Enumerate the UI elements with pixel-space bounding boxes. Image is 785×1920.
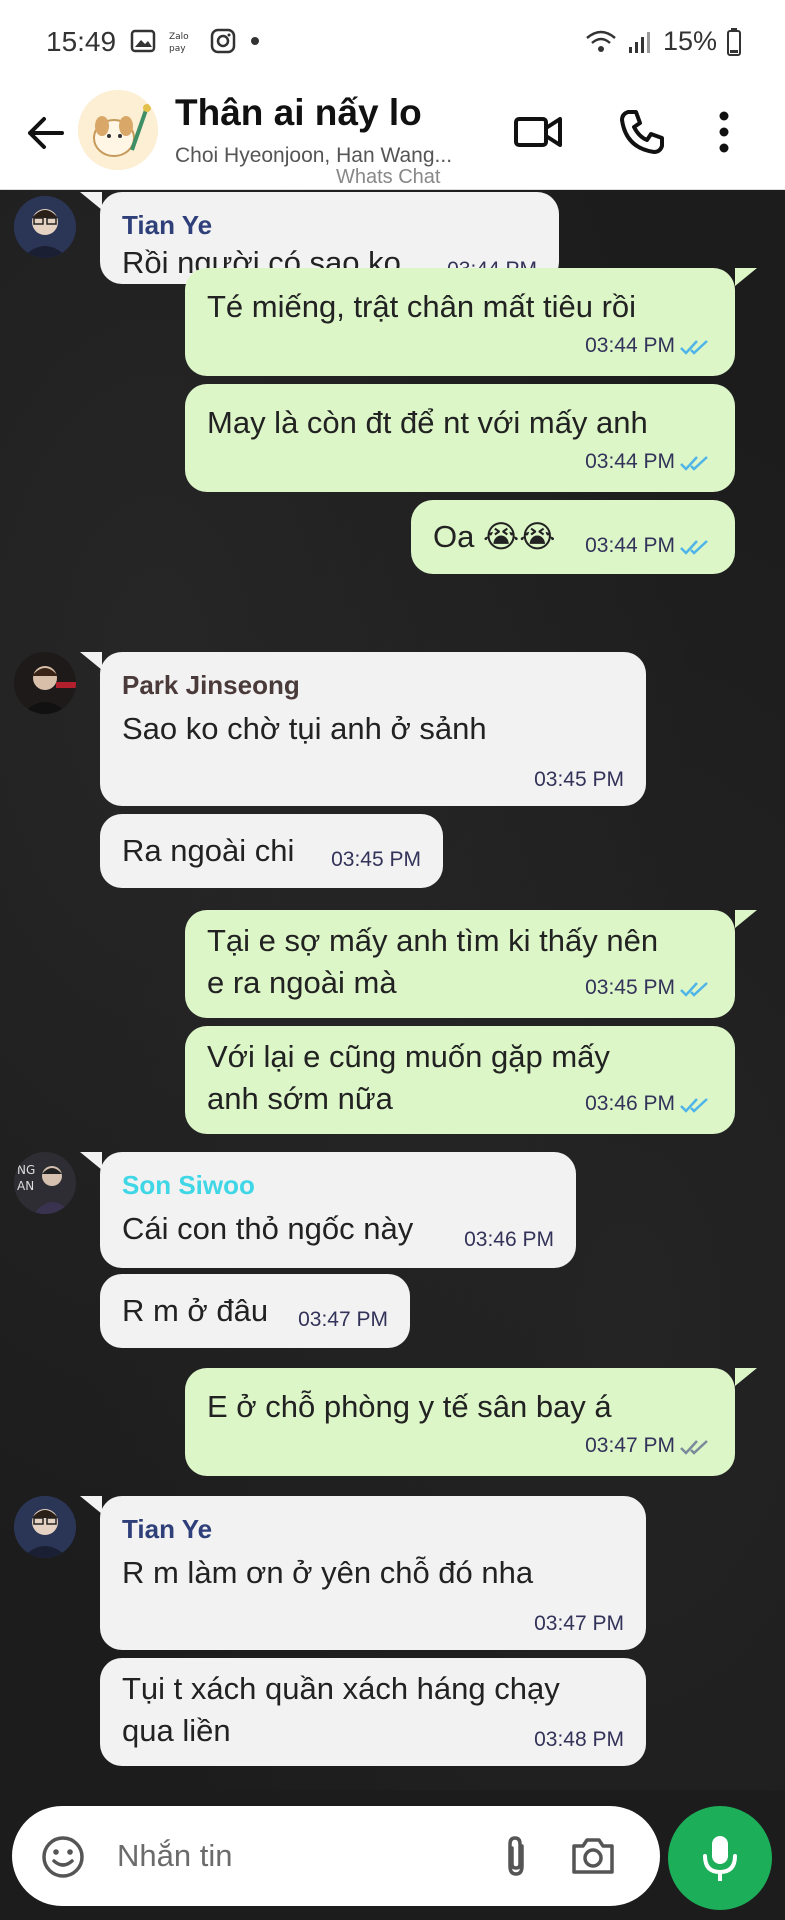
message-bubble[interactable]: E ở chỗ phòng y tế sân bay á 03:47 PM (185, 1368, 735, 1476)
message-time: 03:45 PM (331, 848, 421, 871)
sender-name: Tian Ye (122, 210, 213, 240)
message-time: 03:46 PM (585, 1092, 675, 1115)
attach-icon[interactable] (492, 1832, 540, 1880)
svg-text:Zalo: Zalo (169, 32, 189, 42)
composer (12, 1806, 660, 1906)
message-time: 03:47 PM (585, 1434, 675, 1457)
message-text: Sao ko chờ tụi anh ở sảnh (122, 711, 487, 746)
message-time: 03:44 PM (585, 534, 675, 557)
message-bubble[interactable]: Tại e sợ mấy anh tìm ki thấy nên e ra ng… (185, 910, 735, 1018)
signal-icon (628, 31, 650, 53)
message-time: 03:44 PM (585, 450, 675, 473)
message-bubble[interactable]: May là còn đt để nt với mấy anh 03:44 PM (185, 384, 735, 492)
message-text: R m ở đâu (122, 1293, 269, 1328)
message-bubble[interactable]: Tụi t xách quần xách háng chạy qua liền … (100, 1658, 646, 1766)
message-input[interactable] (117, 1834, 477, 1878)
read-ticks-icon (680, 982, 708, 997)
status-bar: 15:49 Zalo pay 15% (0, 0, 785, 84)
message-text: Té miếng, trật chân mất tiêu rồi (207, 289, 637, 324)
mic-icon (703, 1836, 737, 1881)
mic-button[interactable] (668, 1806, 772, 1910)
message-bubble[interactable]: Té miếng, trật chân mất tiêu rồi 03:44 P… (185, 268, 735, 376)
more-vert-icon[interactable] (696, 104, 752, 160)
sender-name: Son Siwoo (122, 1170, 255, 1200)
phone-icon[interactable] (614, 104, 670, 160)
message-text: Tụi t xách quần xách háng chạy qua liền (122, 1671, 560, 1748)
person-avatar-icon: NG AN (14, 1152, 76, 1214)
message-time: 03:45 PM (534, 768, 624, 791)
message-time: 03:47 PM (534, 1612, 624, 1635)
read-ticks-icon (680, 340, 708, 355)
message-text: Cái con thỏ ngốc này (122, 1211, 414, 1246)
message-bubble[interactable]: Tian Ye R m làm ơn ở yên chỗ đó nha 03:4… (100, 1496, 646, 1650)
dog-illustration-icon (78, 90, 158, 170)
delivered-ticks-icon (680, 1440, 708, 1455)
person-avatar-icon (14, 1496, 76, 1558)
chat-title[interactable]: Thân ai nấy lo (175, 92, 422, 134)
avatar-son-siwoo[interactable]: NG AN (14, 1152, 76, 1214)
message-text: Ra ngoài chi (122, 833, 295, 868)
chat-header: Thân ai nấy lo Choi Hyeonjoon, Han Wang.… (0, 84, 785, 190)
message-text: R m làm ơn ở yên chỗ đó nha (122, 1555, 534, 1590)
battery-icon (727, 27, 741, 56)
person-avatar-icon (14, 652, 76, 714)
battery-percent: 15% (662, 26, 717, 56)
message-list[interactable]: Tian Ye Rồi người có sao ko 03:44 PM Té … (0, 190, 785, 1790)
watermark: Whats Chat (336, 166, 441, 188)
person-avatar-icon (14, 196, 76, 258)
message-text: Oa 😭😭 (433, 519, 556, 554)
message-time: 03:44 PM (585, 334, 675, 357)
wifi-icon (586, 30, 616, 52)
svg-text:NG: NG (17, 1163, 35, 1177)
avatar-tian-ye[interactable] (14, 1496, 76, 1558)
message-text: Với lại e cũng muốn gặp mấy anh sớm nữa (207, 1039, 610, 1116)
message-time: 03:47 PM (298, 1308, 388, 1331)
message-text: May là còn đt để nt với mấy anh (207, 405, 648, 440)
message-text: E ở chỗ phòng y tế sân bay á (207, 1389, 612, 1424)
camera-icon[interactable] (568, 1832, 618, 1880)
sender-name: Park Jinseong (122, 670, 300, 700)
avatar-park-jinseong[interactable] (14, 652, 76, 714)
svg-text:AN: AN (17, 1179, 34, 1193)
read-ticks-icon (680, 456, 708, 471)
read-ticks-icon (680, 1098, 708, 1113)
message-time: 03:48 PM (534, 1728, 624, 1751)
dot-icon (251, 37, 259, 45)
chat-members[interactable]: Choi Hyeonjoon, Han Wang... (175, 144, 452, 168)
message-time: 03:46 PM (464, 1228, 554, 1251)
instagram-icon (210, 28, 236, 54)
gallery-icon (130, 29, 156, 53)
message-bubble[interactable]: R m ở đâu 03:47 PM (100, 1274, 410, 1348)
message-bubble[interactable]: Oa 😭😭 03:44 PM (411, 500, 735, 574)
group-avatar[interactable] (78, 90, 158, 170)
zalopay-icon: Zalo pay (169, 32, 189, 54)
back-arrow-icon[interactable] (22, 110, 68, 156)
video-call-icon[interactable] (510, 104, 566, 160)
message-bubble[interactable]: Ra ngoài chi 03:45 PM (100, 814, 443, 888)
message-bubble[interactable]: Park Jinseong Sao ko chờ tụi anh ở sảnh … (100, 652, 646, 806)
avatar-tian-ye[interactable] (14, 196, 76, 258)
svg-text:pay: pay (169, 44, 186, 54)
message-bubble[interactable]: Son Siwoo Cái con thỏ ngốc này 03:46 PM (100, 1152, 576, 1268)
message-time: 03:45 PM (585, 976, 675, 999)
emoji-icon[interactable] (40, 1834, 86, 1880)
sender-name: Tian Ye (122, 1514, 213, 1544)
status-time: 15:49 (46, 26, 117, 57)
message-bubble[interactable]: Với lại e cũng muốn gặp mấy anh sớm nữa … (185, 1026, 735, 1134)
read-ticks-icon (680, 540, 708, 555)
